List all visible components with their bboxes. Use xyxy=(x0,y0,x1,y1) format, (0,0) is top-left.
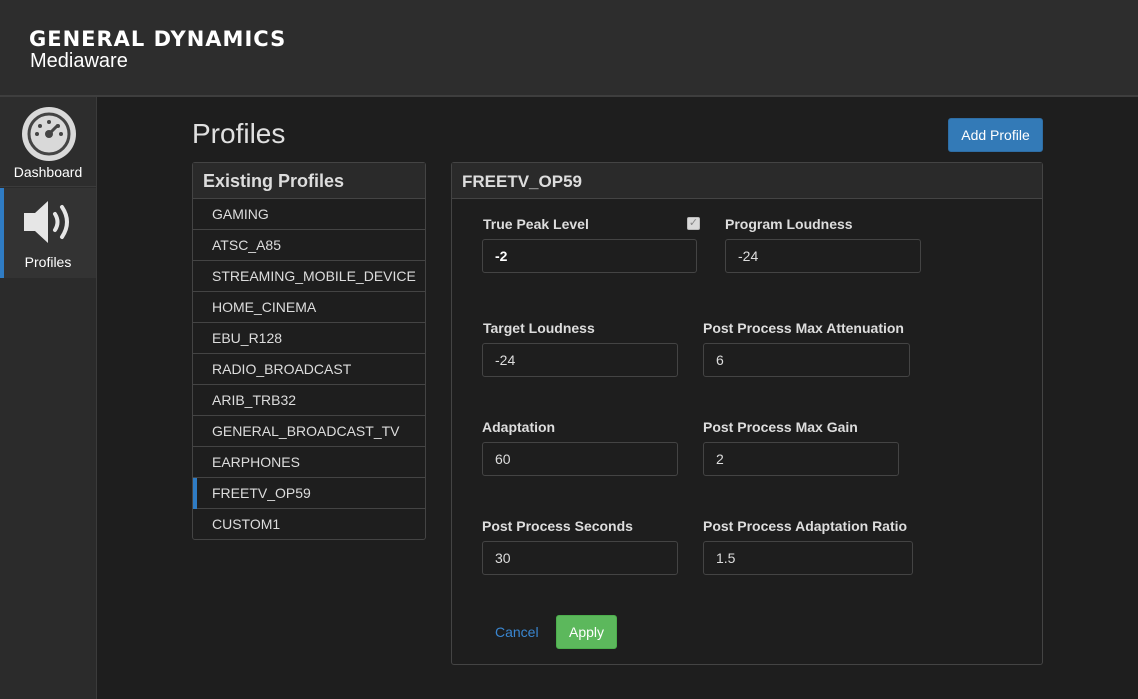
pp-max-attenuation-label: Post Process Max Attenuation xyxy=(703,320,904,336)
sidebar: Dashboard Profiles xyxy=(0,97,97,699)
sidebar-item-label: Profiles xyxy=(24,254,72,270)
pp-max-gain-label: Post Process Max Gain xyxy=(703,419,858,435)
profile-list: GAMING ATSC_A85 STREAMING_MOBILE_DEVICE HOM… xyxy=(193,199,425,540)
profile-list-item[interactable]: EBU_R128 xyxy=(193,323,425,354)
true-peak-level-input[interactable] xyxy=(482,239,697,273)
pp-max-attenuation-input[interactable] xyxy=(703,343,910,377)
sidebar-item-label: Dashboard xyxy=(13,164,83,180)
existing-profiles-panel: Existing Profiles GAMING ATSC_A85 STREAMIN… xyxy=(192,162,426,540)
panel-heading: Existing Profiles xyxy=(193,163,425,199)
profile-list-item[interactable]: GAMING xyxy=(193,199,425,230)
app-header: GENERAL DYNAMICS Mediaware xyxy=(0,0,1138,97)
profile-list-item[interactable]: ARIB_TRB32 xyxy=(193,385,425,416)
sidebar-item-dashboard[interactable]: Dashboard xyxy=(0,97,96,187)
profile-list-item[interactable]: HOME_CINEMA xyxy=(193,292,425,323)
page-title: Profiles xyxy=(192,118,286,149)
program-loudness-input[interactable] xyxy=(725,239,921,273)
target-loudness-label: Target Loudness xyxy=(483,320,595,336)
pp-max-gain-input[interactable] xyxy=(703,442,899,476)
pp-adaptation-ratio-input[interactable] xyxy=(703,541,913,575)
profile-list-item[interactable]: EARPHONES xyxy=(193,447,425,478)
gauge-icon xyxy=(18,103,80,165)
pp-adaptation-ratio-label: Post Process Adaptation Ratio xyxy=(703,518,908,534)
panel-heading: FREETV_OP59 xyxy=(452,163,1042,199)
target-loudness-input[interactable] xyxy=(482,343,678,377)
profile-list-item[interactable]: FREETV_OP59 xyxy=(193,478,425,509)
pp-seconds-input[interactable] xyxy=(482,541,678,575)
pp-seconds-label: Post Process Seconds xyxy=(482,518,633,534)
profile-list-item[interactable]: CUSTOM1 xyxy=(193,509,425,540)
true-peak-level-label: True Peak Level xyxy=(483,216,589,232)
apply-button[interactable]: Apply xyxy=(556,615,617,649)
adaptation-label: Adaptation xyxy=(482,419,556,435)
true-peak-checkbox[interactable]: ✓ xyxy=(687,217,700,230)
profile-list-item[interactable]: STREAMING_MOBILE_DEVICE xyxy=(193,261,425,292)
sidebar-item-profiles[interactable]: Profiles xyxy=(0,188,96,278)
cancel-button[interactable]: Cancel xyxy=(495,624,539,640)
add-profile-button[interactable]: Add Profile xyxy=(948,118,1043,152)
profile-list-item[interactable]: GENERAL_BROADCAST_TV xyxy=(193,416,425,447)
profile-list-item[interactable]: RADIO_BROADCAST xyxy=(193,354,425,385)
program-loudness-label: Program Loudness xyxy=(725,216,853,232)
profile-list-item[interactable]: ATSC_A85 xyxy=(193,230,425,261)
adaptation-input[interactable] xyxy=(482,442,678,476)
speaker-icon xyxy=(18,197,80,259)
brand-product: Mediaware xyxy=(30,50,128,72)
brand-name: GENERAL DYNAMICS xyxy=(29,27,287,51)
profile-form-panel: FREETV_OP59 xyxy=(451,162,1043,665)
